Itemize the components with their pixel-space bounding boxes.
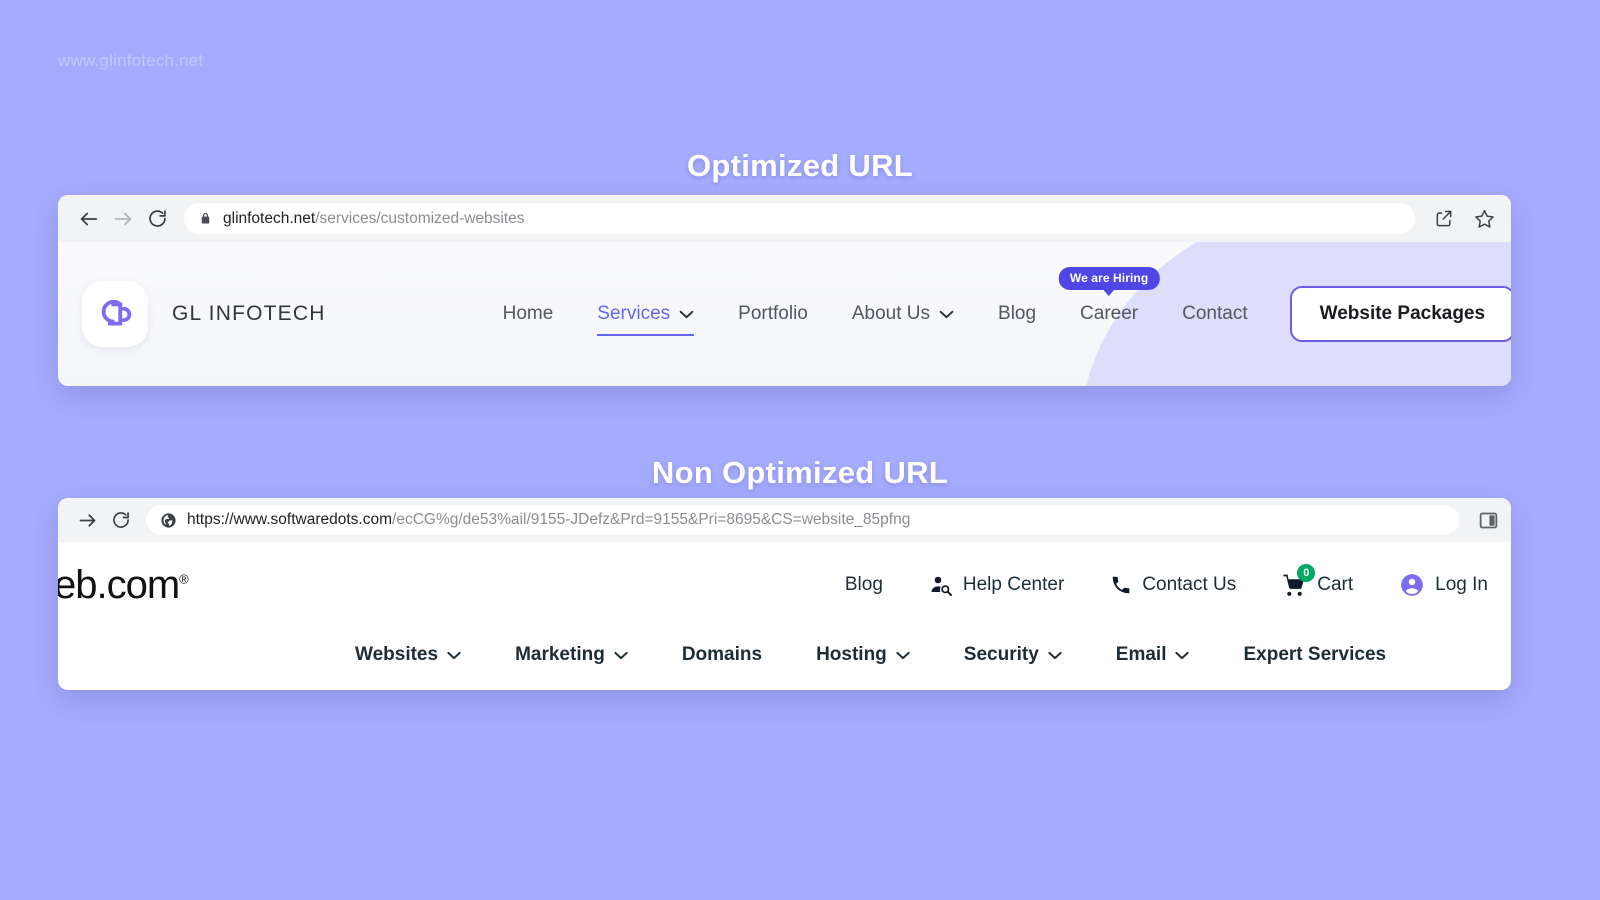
main-nav-item-email[interactable]: Email [1089, 644, 1217, 666]
account-circle-icon [1399, 572, 1425, 598]
nav-label: Blog [998, 303, 1037, 324]
util-label: Log In [1435, 574, 1488, 595]
lock-icon [198, 211, 213, 226]
util-label: Blog [844, 574, 883, 595]
utility-row: eb.com® Blog Help Center Contact Us 0 Ca… [58, 542, 1511, 628]
non-optimized-url-heading: Non Optimized URL [651, 455, 949, 490]
nav-item-contact[interactable]: Contact [1160, 303, 1269, 325]
nav-label: Portfolio [738, 303, 808, 324]
util-item-cart[interactable]: 0 Cart [1259, 563, 1376, 598]
forward-arrow-icon[interactable] [106, 202, 140, 236]
utility-nav: Blog Help Center Contact Us 0 Cart Log I… [822, 563, 1511, 598]
webcom-logo[interactable]: eb.com® [58, 562, 189, 608]
gl-monogram-logo[interactable] [82, 281, 148, 347]
cart-count-badge: 0 [1297, 563, 1316, 582]
util-item-log-in[interactable]: Log In [1376, 572, 1511, 598]
main-nav-item-domains[interactable]: Domains [655, 644, 789, 666]
non-optimized-browser-window: https://www.softwaredots.com/ecCG%g/de53… [58, 498, 1511, 690]
optimized-browser-window: glinfotech.net/services/customized-websi… [58, 195, 1511, 386]
cart-icon: 0 [1282, 563, 1316, 598]
webcom-logo-text: eb.com [58, 562, 180, 607]
main-nav-label: Expert Services [1243, 644, 1387, 665]
nav-item-about-us[interactable]: About Us [830, 303, 976, 325]
watermark-text: www.glinfotech.net [58, 51, 204, 70]
chevron-down-icon [447, 644, 461, 666]
page-root: www.glinfotech.net Optimized URL glinfot… [0, 0, 1600, 900]
webcom-site-header: eb.com® Blog Help Center Contact Us 0 Ca… [58, 542, 1511, 690]
url-path: /services/customized-websites [315, 209, 525, 227]
glinfotech-site-header: GL INFOTECH Home Services Portfolio Abou… [58, 242, 1511, 386]
nav-item-home[interactable]: Home [481, 303, 576, 325]
reload-icon[interactable] [140, 202, 174, 236]
main-nav-item-expert-services[interactable]: Expert Services [1216, 644, 1413, 666]
brand-name: GL INFOTECH [172, 302, 326, 325]
star-icon[interactable] [1471, 206, 1497, 232]
main-nav-label: Security [963, 644, 1039, 665]
nav-label: About Us [851, 303, 931, 324]
util-item-help-center[interactable]: Help Center [906, 573, 1087, 597]
nav-item-blog[interactable]: Blog [976, 303, 1058, 325]
main-nav-label: Domains [681, 644, 763, 665]
nav-item-career[interactable]: We are Hiring Career [1058, 267, 1160, 325]
util-label: Contact Us [1142, 574, 1237, 595]
browser-actions-non-optimized [1475, 507, 1501, 533]
main-nav-webcom: Websites Marketing Domains Hosting Secur… [58, 628, 1511, 682]
main-nav-item-websites[interactable]: Websites [328, 644, 488, 666]
main-nav-item-marketing[interactable]: Marketing [488, 644, 655, 666]
url-domain: https://www.softwaredots.com [187, 511, 393, 528]
chevron-down-icon [939, 303, 954, 325]
browser-toolbar-non-optimized: https://www.softwaredots.com/ecCG%g/de53… [58, 498, 1511, 542]
chevron-down-icon [1048, 644, 1062, 666]
util-label: Help Center [962, 574, 1065, 595]
registered-mark: ® [179, 571, 189, 587]
globe-icon [160, 512, 177, 529]
browser-toolbar-optimized: glinfotech.net/services/customized-websi… [58, 195, 1511, 242]
main-nav-label: Email [1115, 644, 1167, 665]
phone-icon [1110, 574, 1132, 596]
url-domain: glinfotech.net [223, 209, 316, 227]
reload-icon[interactable] [104, 503, 138, 537]
optimized-url-heading: Optimized URL [686, 148, 914, 183]
url-path: /ecCG%g/de53%ail/9155-JDefz&Prd=9155&Pri… [392, 511, 911, 528]
person-search-icon [929, 573, 953, 597]
website-packages-button[interactable]: Website Packages [1289, 286, 1511, 342]
nav-label: Contact [1182, 303, 1248, 324]
back-arrow-icon[interactable] [72, 202, 106, 236]
main-nav-label: Marketing [515, 644, 605, 665]
chevron-down-icon [1175, 644, 1190, 666]
util-item-contact-us[interactable]: Contact Us [1087, 574, 1259, 596]
nav-item-portfolio[interactable]: Portfolio [716, 303, 830, 325]
nav-label: Career [1080, 303, 1139, 324]
nav-item-services[interactable]: Services [575, 303, 716, 336]
nav-label: Home [502, 303, 554, 324]
main-nav-label: Websites [355, 644, 439, 665]
main-nav-item-security[interactable]: Security [937, 644, 1089, 666]
active-underline [597, 334, 695, 336]
side-panel-icon[interactable] [1475, 507, 1501, 533]
forward-arrow-icon[interactable] [70, 503, 104, 537]
address-bar-optimized[interactable]: glinfotech.net/services/customized-websi… [184, 203, 1415, 234]
main-nav-item-hosting[interactable]: Hosting [789, 644, 937, 666]
hiring-badge: We are Hiring [1058, 267, 1160, 290]
chevron-down-icon [614, 644, 628, 666]
util-item-blog[interactable]: Blog [822, 574, 906, 596]
primary-nav-optimized: Home Services Portfolio About Us Blog We… [481, 267, 1270, 336]
address-bar-non-optimized[interactable]: https://www.softwaredots.com/ecCG%g/de53… [146, 505, 1459, 535]
browser-actions-optimized [1431, 206, 1497, 232]
chevron-down-icon [896, 644, 910, 666]
nav-label: Services [597, 303, 671, 324]
chevron-down-icon [679, 303, 694, 325]
main-nav-label: Hosting [816, 644, 887, 665]
share-icon[interactable] [1431, 206, 1457, 232]
util-label: Cart [1317, 574, 1354, 595]
